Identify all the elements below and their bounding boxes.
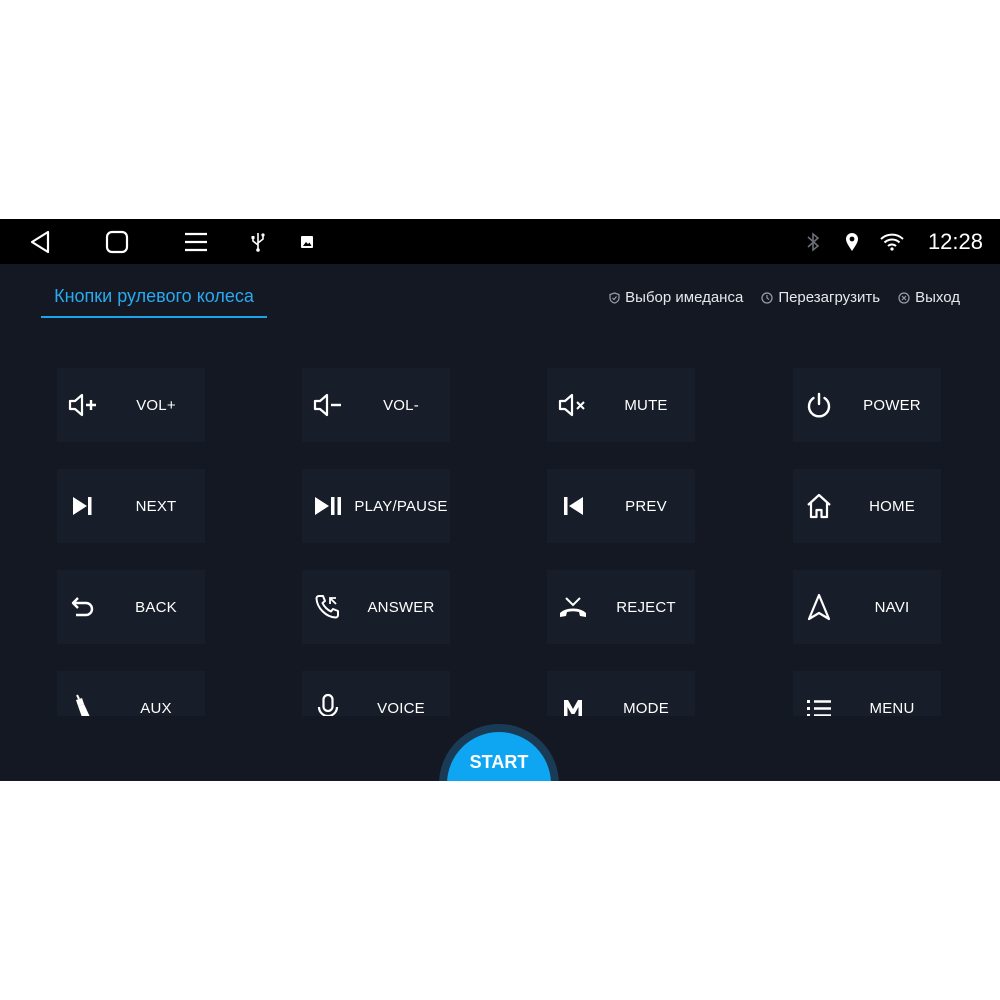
button-label: VOICE: [377, 699, 425, 717]
button-label: BACK: [135, 598, 177, 616]
microphone-icon: [312, 671, 344, 716]
button-label: HOME: [869, 497, 915, 515]
mute-button[interactable]: MUTE: [547, 368, 695, 442]
undo-arrow-icon: [67, 570, 99, 644]
mode-m-icon: [557, 671, 589, 716]
button-label: MUTE: [624, 396, 668, 414]
phone-reject-icon: [557, 570, 589, 644]
home-icon: [803, 469, 835, 543]
vol-down-button[interactable]: VOL-: [302, 368, 450, 442]
button-label: VOL-: [383, 396, 419, 414]
volume-up-icon: [67, 368, 99, 442]
button-label: AUX: [140, 699, 172, 717]
button-label: PLAY/PAUSE: [354, 497, 448, 515]
button-label: MENU: [869, 699, 915, 717]
menu-list-icon: [803, 671, 835, 716]
button-label: MODE: [623, 699, 669, 717]
prev-button[interactable]: PREV: [547, 469, 695, 543]
navigation-arrow-icon: [803, 570, 835, 644]
button-label: VOL+: [136, 396, 176, 414]
phone-answer-icon: [312, 570, 344, 644]
volume-down-icon: [312, 368, 344, 442]
back-button[interactable]: BACK: [57, 570, 205, 644]
button-label: PREV: [625, 497, 667, 515]
button-label: ANSWER: [367, 598, 435, 616]
button-label: NEXT: [135, 497, 177, 515]
button-grid-viewport: VOL+ VOL- MUTE POWER NEXT PLAY/PAUSE PRE…: [0, 219, 1000, 716]
mute-icon: [557, 368, 589, 442]
skip-previous-icon: [557, 469, 589, 543]
vol-up-button[interactable]: VOL+: [57, 368, 205, 442]
aux-plug-icon: [67, 671, 99, 716]
button-label: REJECT: [616, 598, 676, 616]
steering-wheel-buttons-screen: 12:28 Кнопки рулевого колеса Выбор имеда…: [0, 219, 1000, 781]
voice-button[interactable]: VOICE: [302, 671, 450, 716]
play-pause-button[interactable]: PLAY/PAUSE: [302, 469, 450, 543]
power-icon: [803, 368, 835, 442]
play-pause-icon: [312, 469, 344, 543]
home-button[interactable]: HOME: [793, 469, 941, 543]
skip-next-icon: [67, 469, 99, 543]
mode-button[interactable]: MODE: [547, 671, 695, 716]
reject-button[interactable]: REJECT: [547, 570, 695, 644]
power-button[interactable]: POWER: [793, 368, 941, 442]
menu-button[interactable]: MENU: [793, 671, 941, 716]
aux-button[interactable]: AUX: [57, 671, 205, 716]
next-button[interactable]: NEXT: [57, 469, 205, 543]
navi-button[interactable]: NAVI: [793, 570, 941, 644]
answer-button[interactable]: ANSWER: [302, 570, 450, 644]
button-label: POWER: [863, 396, 921, 414]
button-grid: VOL+ VOL- MUTE POWER NEXT PLAY/PAUSE PRE…: [0, 219, 1000, 716]
button-label: NAVI: [874, 598, 910, 616]
